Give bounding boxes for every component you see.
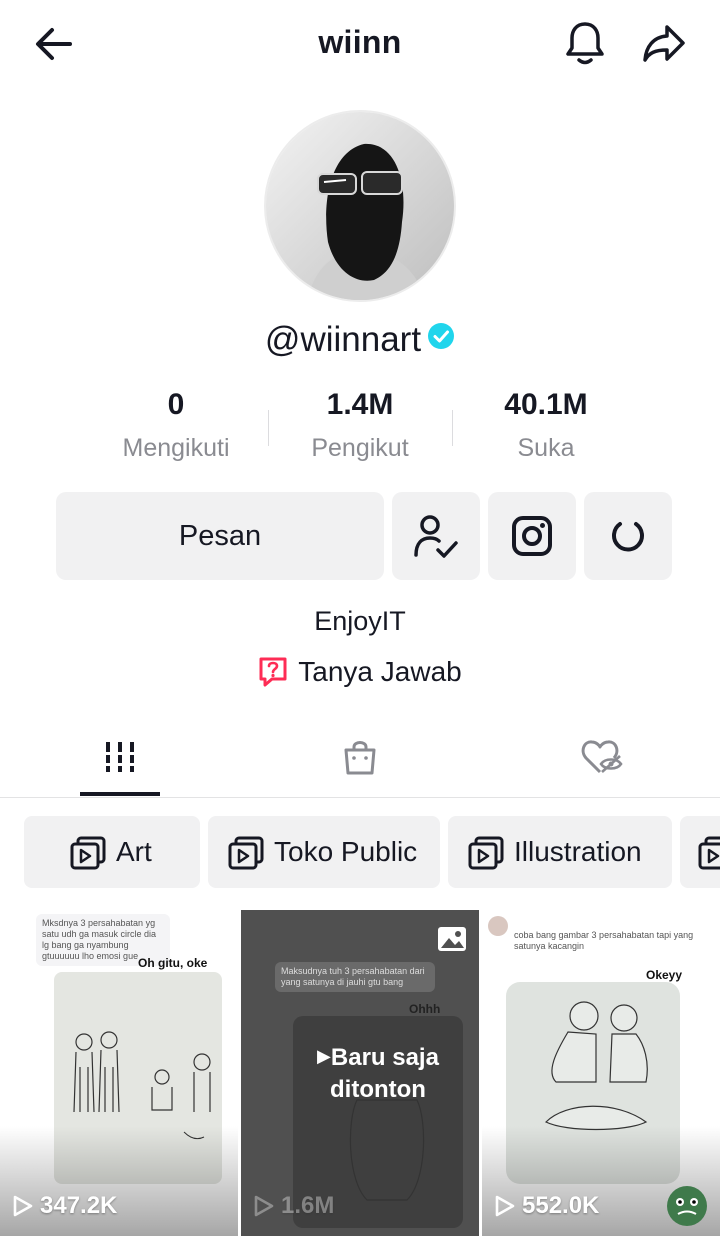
playlist-icon — [228, 836, 264, 870]
stat-value: 1.4M — [326, 388, 394, 421]
image-post-badge — [437, 926, 467, 957]
video-grid: Mksdnya 3 persahabatan yg satu udh ga ma… — [0, 910, 720, 1236]
page-title: wiinn — [318, 24, 402, 60]
playlist-icon — [698, 836, 720, 870]
playlist-chip-more[interactable] — [680, 816, 720, 888]
playlist-chip-art[interactable]: Art — [24, 816, 200, 888]
watched-label: ▶Baru saja ditonton — [293, 1040, 463, 1106]
video-thumbnail[interactable]: Maksudnya tuh 3 persahabatan dari yang s… — [241, 910, 479, 1236]
stat-following[interactable]: 0 Mengikuti — [86, 388, 266, 463]
view-count: 1.6M — [253, 1192, 334, 1220]
view-count-text: 1.6M — [281, 1192, 335, 1219]
play-small-icon: ▶ — [317, 1046, 331, 1066]
refresh-icon — [612, 522, 644, 552]
profile-actions: Pesan — [0, 492, 720, 580]
view-count-text: 347.2K — [40, 1192, 118, 1219]
share-arrow-icon — [643, 25, 685, 62]
playlist-icon — [468, 836, 504, 870]
following-button[interactable] — [392, 492, 480, 580]
watched-label-text: Baru saja ditonton — [330, 1044, 439, 1103]
comment-text: Maksudnya tuh 3 persahabatan dari yang s… — [281, 966, 425, 987]
play-outline-icon — [13, 1195, 33, 1217]
qa-link[interactable]: Tanya Jawab — [0, 656, 720, 688]
shopping-bag-icon — [344, 741, 376, 775]
content-tabs — [0, 718, 720, 798]
stat-likes[interactable]: 40.1M Suka — [456, 388, 636, 463]
avatar-photo — [266, 112, 454, 300]
stat-value: 40.1M — [504, 388, 588, 421]
tab-shop[interactable] — [320, 718, 400, 796]
video-thumbnail[interactable]: coba bang gambar 3 persahabatan tapi yan… — [482, 910, 720, 1236]
user-check-icon — [414, 515, 458, 558]
videos-grid-icon — [104, 742, 136, 772]
play-outline-icon — [254, 1195, 274, 1217]
instagram-button[interactable] — [488, 492, 576, 580]
qa-label: Tanya Jawab — [298, 656, 462, 687]
view-count: 347.2K — [12, 1192, 117, 1220]
comment-text: coba bang gambar 3 persahabatan tapi yan… — [514, 930, 694, 951]
tab-videos[interactable] — [80, 718, 160, 796]
stat-label: Mengikuti — [122, 434, 230, 462]
video-thumbnail[interactable]: Mksdnya 3 persahabatan yg satu udh ga ma… — [0, 910, 238, 1236]
liked-hidden-icon — [581, 740, 623, 774]
notification-button[interactable] — [560, 18, 610, 68]
refresh-button[interactable] — [584, 492, 672, 580]
handle-text: @wiinnart — [264, 320, 422, 359]
stat-label: Suka — [517, 434, 575, 462]
playlist-icon — [70, 836, 106, 870]
view-count-text: 552.0K — [522, 1192, 600, 1219]
profile-handle: @wiinnart — [0, 320, 720, 360]
top-bar: wiinn — [0, 0, 720, 88]
playlist-label: Toko Public — [274, 836, 418, 867]
reply-text: Oh gitu, oke — [138, 956, 208, 970]
stat-followers[interactable]: 1.4M Pengikut — [270, 388, 450, 463]
playlist-row: Art Toko Public Illustration — [0, 816, 720, 890]
stat-value: 0 — [167, 388, 185, 421]
reply-text: Ohhh — [409, 1002, 441, 1016]
sticker-character-icon — [667, 1186, 707, 1226]
playlist-label: Illustration — [514, 836, 642, 867]
tab-liked[interactable] — [562, 718, 642, 796]
play-outline-icon — [495, 1195, 515, 1217]
stat-divider — [268, 410, 269, 446]
share-button[interactable] — [638, 18, 690, 68]
instagram-icon — [512, 516, 552, 556]
stat-label: Pengikut — [311, 434, 409, 462]
reply-text: Okeyy — [646, 968, 683, 982]
comment-bubble: Maksudnya tuh 3 persahabatan dari yang s… — [275, 962, 435, 992]
message-button[interactable]: Pesan — [56, 492, 384, 580]
verified-badge-icon — [427, 319, 455, 359]
bell-icon — [566, 22, 604, 65]
playlist-chip-illustration[interactable]: Illustration — [448, 816, 672, 888]
view-count: 552.0K — [494, 1192, 599, 1220]
image-icon — [438, 927, 466, 951]
playlist-chip-toko-public[interactable]: Toko Public — [208, 816, 440, 888]
stat-divider — [452, 410, 453, 446]
playlist-label: Art — [116, 836, 152, 867]
commenter-avatar — [488, 916, 508, 936]
profile-stats: 0 Mengikuti 1.4M Pengikut 40.1M Suka — [0, 388, 720, 468]
avatar[interactable] — [264, 110, 456, 302]
bio-text: EnjoyIT — [314, 606, 406, 636]
active-tab-indicator — [80, 792, 160, 796]
question-bubble-icon — [259, 657, 287, 687]
